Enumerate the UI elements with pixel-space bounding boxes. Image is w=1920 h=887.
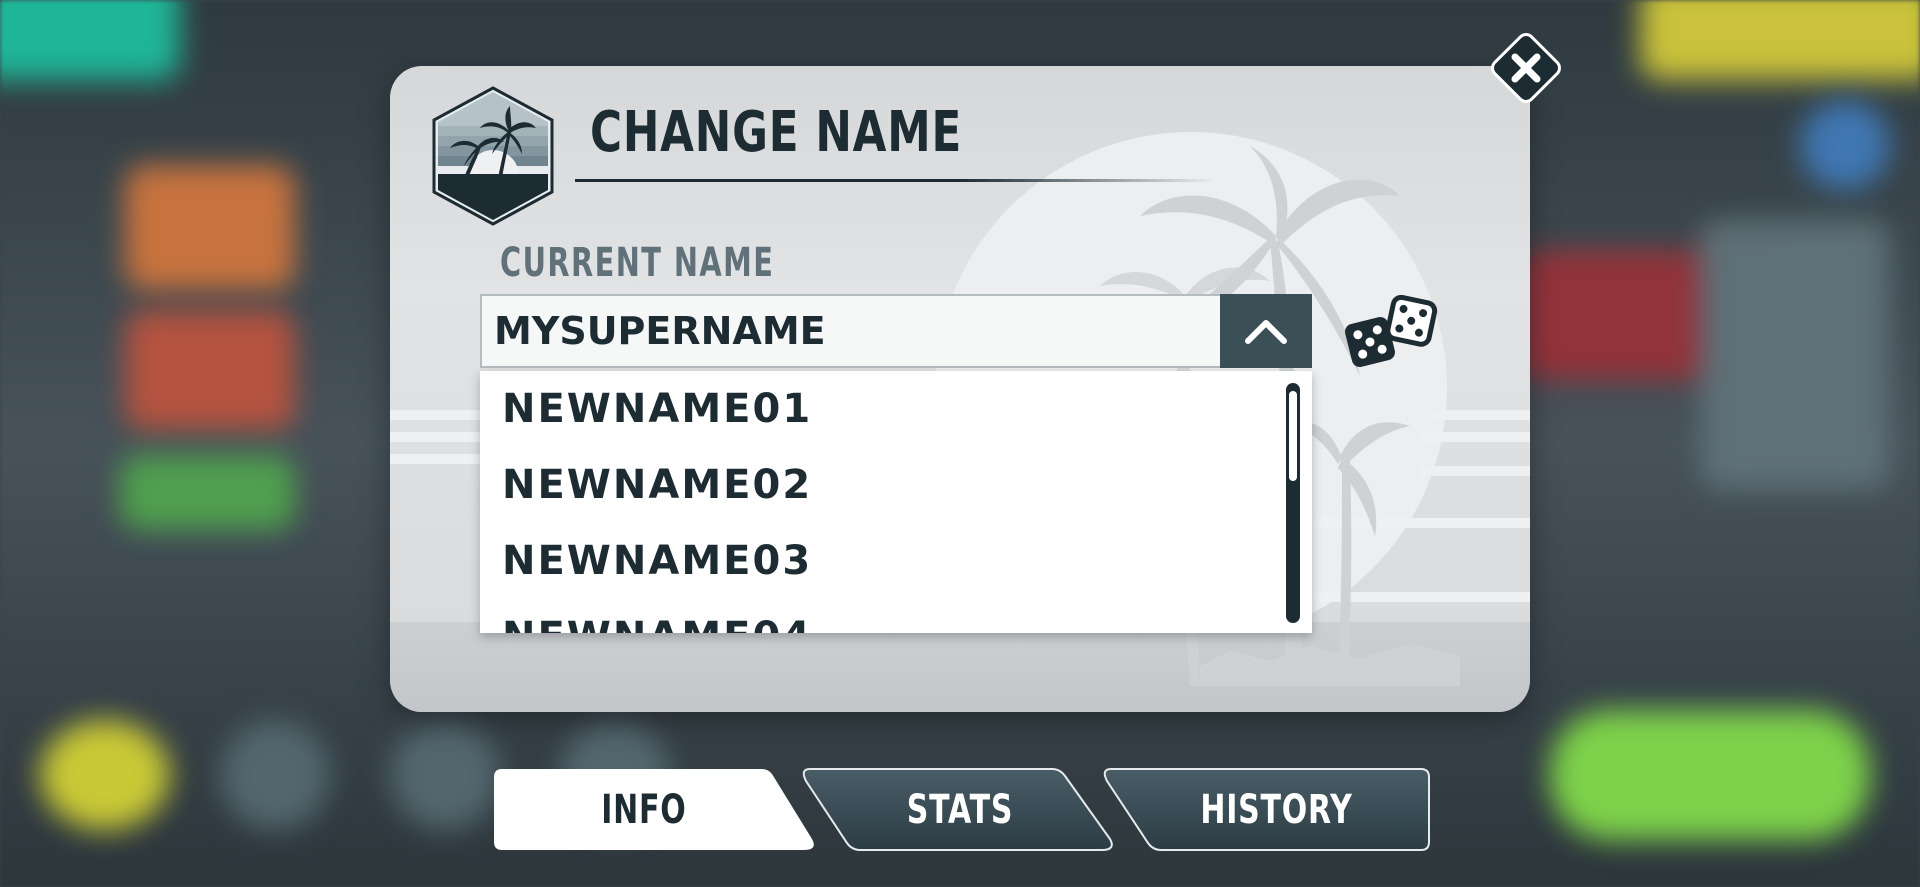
change-name-dialog: CHANGE NAME CURRENT NAME MYSUPERNAME NEW… bbox=[390, 66, 1530, 712]
name-input[interactable]: MYSUPERNAME bbox=[480, 294, 1222, 368]
background-blur-shape bbox=[40, 720, 170, 830]
background-blur-shape bbox=[125, 310, 295, 430]
background-blur-shape bbox=[1700, 220, 1890, 490]
current-name-label: CURRENT NAME bbox=[500, 240, 775, 286]
tab-history-label: HISTORY bbox=[1200, 786, 1354, 833]
close-button[interactable] bbox=[1484, 26, 1568, 110]
tab-history[interactable]: HISTORY bbox=[1103, 767, 1431, 852]
background-blur-shape bbox=[1640, 0, 1920, 80]
suggestion-item[interactable]: NEWNAME02 bbox=[480, 447, 1272, 523]
background-blur-shape bbox=[125, 165, 295, 290]
background-blur-shape bbox=[120, 455, 295, 530]
dialog-title: CHANGE NAME bbox=[590, 100, 963, 165]
dropdown-scrollbar[interactable] bbox=[1286, 383, 1300, 623]
name-suggestions-dropdown: NEWNAME01 NEWNAME02 NEWNAME03 NEWNAME04 bbox=[480, 371, 1312, 633]
stripe-decoration bbox=[390, 432, 490, 442]
dice-icon[interactable] bbox=[1340, 294, 1440, 374]
chevron-up-icon bbox=[1245, 320, 1287, 344]
suggestion-item[interactable]: NEWNAME01 bbox=[480, 371, 1272, 447]
dropdown-toggle-button[interactable] bbox=[1220, 294, 1312, 368]
tab-info-label: INFO bbox=[600, 786, 687, 833]
stripe-decoration bbox=[390, 410, 490, 420]
tab-stats[interactable]: STATS bbox=[802, 767, 1118, 852]
background-blur-shape bbox=[220, 720, 330, 830]
background-blur-shape bbox=[0, 0, 180, 80]
background-blur-shape bbox=[1550, 710, 1870, 840]
suggestion-item[interactable]: NEWNAME03 bbox=[480, 523, 1272, 599]
title-underline bbox=[575, 179, 1215, 182]
tab-stats-label: STATS bbox=[906, 786, 1014, 833]
suggestions-list: NEWNAME01 NEWNAME02 NEWNAME03 NEWNAME04 bbox=[480, 371, 1272, 633]
suggestion-item[interactable]: NEWNAME04 bbox=[480, 599, 1272, 633]
stripe-decoration bbox=[390, 454, 490, 464]
background-blur-shape bbox=[390, 720, 500, 830]
scrollbar-thumb[interactable] bbox=[1289, 391, 1297, 481]
background-blur-shape bbox=[1800, 100, 1890, 190]
palm-island-icon bbox=[432, 86, 554, 226]
tab-info[interactable]: INFO bbox=[492, 767, 819, 852]
